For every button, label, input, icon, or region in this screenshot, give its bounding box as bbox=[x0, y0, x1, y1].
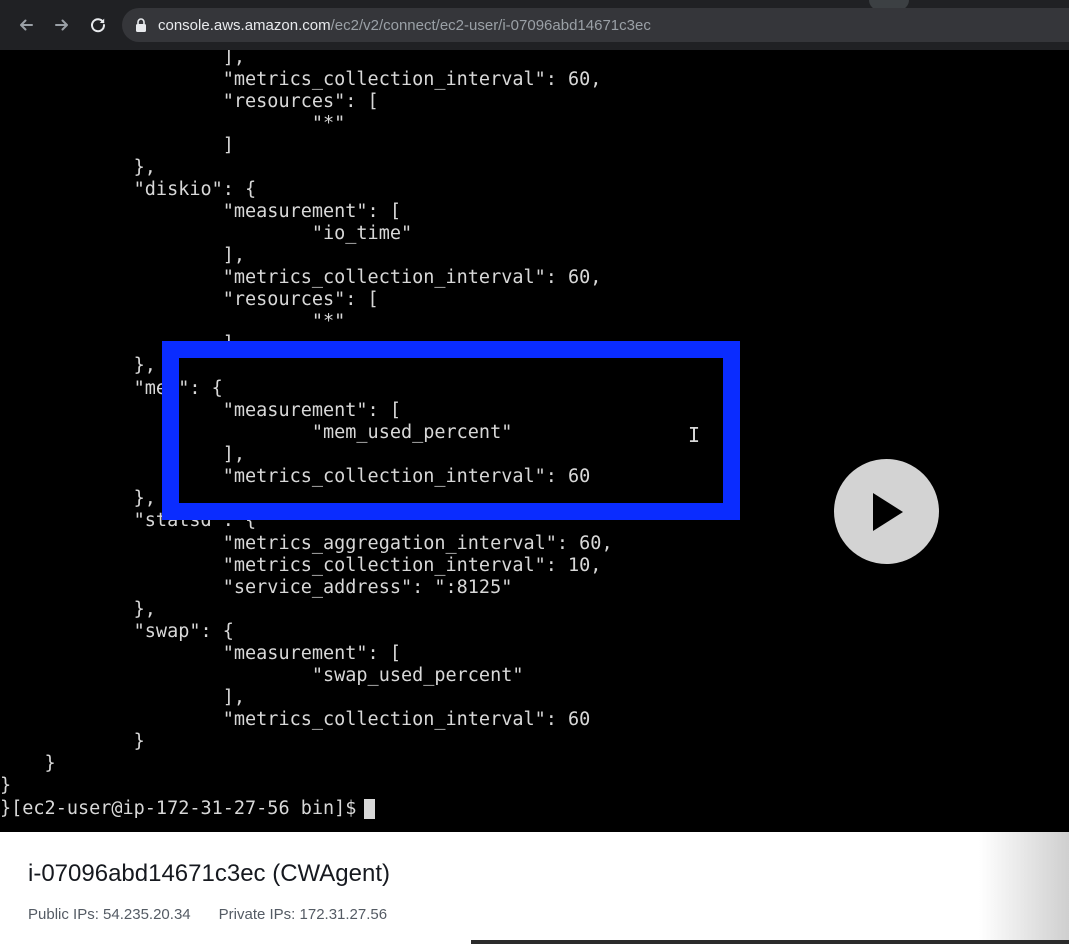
footer-edge-shadow bbox=[979, 832, 1069, 944]
shell-prompt-line[interactable]: }[ec2-user@ip-172-31-27-56 bin]$ bbox=[0, 798, 376, 820]
terminal-line: "metrics_collection_interval": 60 bbox=[0, 709, 591, 730]
terminal-line: }, bbox=[0, 355, 156, 376]
terminal-line: } bbox=[0, 753, 56, 774]
arrow-right-icon bbox=[55, 19, 68, 31]
terminal-window[interactable]: ], "metrics_collection_interval": 60, "r… bbox=[0, 50, 1069, 832]
private-ips-value: 172.31.27.56 bbox=[299, 906, 388, 923]
terminal-line: "swap": { bbox=[0, 621, 234, 642]
terminal-line: "measurement": [ bbox=[0, 201, 401, 222]
public-ips-label: Public IPs: bbox=[28, 906, 99, 923]
terminal-line: "measurement": [ bbox=[0, 643, 401, 664]
mem-highlight-box bbox=[162, 341, 740, 520]
video-play-button[interactable] bbox=[834, 459, 939, 564]
terminal-line: "*" bbox=[0, 113, 346, 134]
terminal-line: "metrics_collection_interval": 60, bbox=[0, 267, 602, 288]
terminal-line: "*" bbox=[0, 311, 346, 332]
url-host: console.aws.amazon.com bbox=[158, 16, 331, 34]
public-ips-value: 54.235.20.34 bbox=[103, 906, 191, 923]
terminal-line: } bbox=[0, 775, 12, 796]
forward-button[interactable] bbox=[48, 11, 76, 39]
terminal-line: ], bbox=[0, 50, 246, 68]
terminal-line: ], bbox=[0, 245, 246, 266]
terminal-line: "metrics_collection_interval": 10, bbox=[0, 555, 602, 576]
terminal-cursor bbox=[364, 799, 376, 819]
lock-icon bbox=[134, 18, 148, 32]
terminal-line: "metrics_aggregation_interval": 60, bbox=[0, 533, 613, 554]
terminal-line: "resources": [ bbox=[0, 91, 379, 112]
address-bar[interactable]: console.aws.amazon.com/ec2/v2/connect/ec… bbox=[122, 8, 1069, 42]
terminal-line: ], bbox=[0, 687, 246, 708]
terminal-line: ] bbox=[0, 135, 234, 156]
instance-info-panel: i-07096abd14671c3ec (CWAgent) Public IPs… bbox=[0, 832, 1069, 944]
terminal-line: "swap_used_percent" bbox=[0, 665, 524, 686]
terminal-line: "metrics_collection_interval": 60, bbox=[0, 69, 602, 90]
terminal-line: }, bbox=[0, 599, 156, 620]
terminal-line: } bbox=[0, 731, 145, 752]
terminal-line: }, bbox=[0, 157, 156, 178]
terminal-line: }, bbox=[0, 488, 156, 509]
terminal-line: "service_address": ":8125" bbox=[0, 577, 513, 598]
private-ips-label: Private IPs: bbox=[218, 906, 296, 923]
arrow-left-icon bbox=[20, 19, 33, 31]
video-progress-track[interactable] bbox=[471, 940, 1069, 944]
reload-button[interactable] bbox=[84, 11, 112, 39]
terminal-line: "diskio": { bbox=[0, 179, 257, 200]
browser-toolbar: console.aws.amazon.com/ec2/v2/connect/ec… bbox=[0, 0, 1069, 50]
reload-icon bbox=[91, 18, 106, 33]
terminal-line: "io_time" bbox=[0, 223, 413, 244]
instance-title: i-07096abd14671c3ec (CWAgent) bbox=[28, 860, 391, 887]
url-path: /ec2/v2/connect/ec2-user/i-07096abd14671… bbox=[330, 16, 651, 34]
instance-ip-row: Public IPs: 54.235.20.34 Private IPs: 172… bbox=[28, 906, 387, 923]
shell-prompt: }[ec2-user@ip-172-31-27-56 bin]$ bbox=[0, 798, 357, 819]
terminal-line: "resources": [ bbox=[0, 289, 379, 310]
back-button[interactable] bbox=[12, 11, 40, 39]
play-icon bbox=[872, 492, 903, 531]
